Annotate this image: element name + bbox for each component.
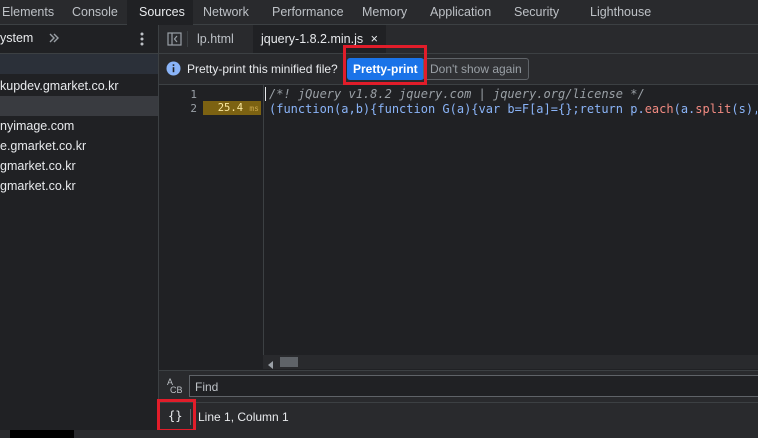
more-options-kebab-icon[interactable] <box>136 30 148 48</box>
tab-sources[interactable]: Sources <box>127 0 193 25</box>
code-segment: split <box>695 102 732 116</box>
tab-memory[interactable]: Memory <box>352 0 420 24</box>
tree-item-domain[interactable]: gmarket.co.kr <box>0 176 158 196</box>
tree-item-domain[interactable]: gmarket.co.kr <box>0 156 158 176</box>
tab-network[interactable]: Network <box>193 0 262 24</box>
tab-label: Security <box>514 5 560 19</box>
drawer-tab[interactable] <box>10 430 74 438</box>
tree-item-selected[interactable] <box>0 96 158 116</box>
scroll-thumb[interactable] <box>280 357 298 367</box>
bottom-drawer-strip <box>0 430 758 438</box>
tab-elements[interactable]: Elements <box>0 0 64 24</box>
tree-item-label: kupdev.gmarket.co.kr <box>0 79 119 93</box>
cursor-position: Line 1, Column 1 <box>198 410 289 424</box>
tab-label: Memory <box>362 5 408 19</box>
info-icon <box>166 61 181 76</box>
tree-item-label: gmarket.co.kr <box>0 179 76 193</box>
tab-lighthouse[interactable]: Lighthouse <box>578 0 678 24</box>
divider <box>187 31 188 47</box>
timing-value: 25.4 <box>217 102 244 114</box>
tab-label: Performance <box>272 5 344 19</box>
tab-label: Sources <box>139 5 185 19</box>
infobar-message: Pretty-print this minified file? <box>187 62 338 76</box>
divider <box>190 409 191 425</box>
performance-timing-badge: 25.4 ms <box>203 101 261 115</box>
editor-tab-label: lp.html <box>197 32 234 46</box>
navigator-tab-filesystem[interactable]: ystem <box>0 31 33 45</box>
line-gutter: 1 2 25.4 ms <box>159 85 264 355</box>
tree-item-label: e.gmarket.co.kr <box>0 139 87 153</box>
code-line-1: /*! jQuery v1.8.2 jquery.com | jquery.or… <box>269 87 645 101</box>
line-number: 2 <box>190 102 197 115</box>
find-input[interactable]: Find <box>189 375 758 397</box>
close-tab-icon[interactable]: × <box>371 32 378 46</box>
find-placeholder: Find <box>195 380 219 394</box>
toggle-navigator-icon[interactable] <box>167 32 183 46</box>
code-segment: each <box>644 102 674 116</box>
navigator-header: ystem <box>0 25 158 54</box>
match-case-icon-bottom: CB <box>170 385 183 395</box>
sources-navigator: ystem kupdev.gmarket.co.kr nyimage.com e… <box>0 25 159 438</box>
editor-tab-label: jquery-1.8.2.min.js <box>261 32 364 46</box>
tab-label: Network <box>203 5 249 19</box>
editor-tabbar: lp.html jquery-1.8.2.min.js × <box>159 25 758 54</box>
tab-performance[interactable]: Performance <box>262 0 352 24</box>
horizontal-scrollbar[interactable] <box>263 355 758 369</box>
editor-tab-lp-html[interactable]: lp.html <box>189 25 242 53</box>
tree-item-domain[interactable]: e.gmarket.co.kr <box>0 136 158 156</box>
code-editor[interactable]: 1 2 25.4 ms /*! jQuery v1.8.2 jquery.com… <box>159 85 758 355</box>
tab-security[interactable]: Security <box>504 0 578 24</box>
pretty-print-button[interactable]: Pretty-print <box>347 58 424 80</box>
text-cursor <box>265 87 266 101</box>
pretty-print-infobar: Pretty-print this minified file? Pretty-… <box>159 54 758 85</box>
timing-unit: ms <box>249 104 259 113</box>
line-number: 1 <box>190 88 197 101</box>
tree-item-domain[interactable]: nyimage.com <box>0 116 158 136</box>
code-segment: (s),functio <box>731 102 757 116</box>
tab-label: Application <box>430 5 492 19</box>
dont-show-again-button[interactable]: Don't show again <box>423 58 529 80</box>
tab-label: Lighthouse <box>590 5 652 19</box>
find-bar: A CB Find <box>159 370 758 402</box>
devtools-tabbar: Elements Console Sources Network Perform… <box>0 0 758 25</box>
status-bar: {} Line 1, Column 1 <box>159 402 758 431</box>
code-line-2: (function(a,b){function G(a){var b=F[a]=… <box>269 101 757 117</box>
editor-tab-jquery[interactable]: jquery-1.8.2.min.js × <box>253 25 386 53</box>
tab-label: Elements <box>2 5 55 19</box>
tab-application[interactable]: Application <box>420 0 504 24</box>
more-tabs-chevron-icon[interactable] <box>47 28 61 48</box>
code-segment: (function(a,b){function G(a){var b=F[a]=… <box>269 102 645 116</box>
code-segment: (a. <box>673 102 696 116</box>
tree-item-label: gmarket.co.kr <box>0 159 76 173</box>
tree-row-selected-domain[interactable] <box>0 54 158 74</box>
match-case-icon[interactable]: A CB <box>167 377 183 397</box>
tree-item-domain[interactable]: kupdev.gmarket.co.kr <box>0 76 158 96</box>
tab-console[interactable]: Console <box>62 0 127 24</box>
tab-label: Console <box>72 5 118 19</box>
tree-item-label: nyimage.com <box>0 119 75 133</box>
pretty-print-icon[interactable]: {} <box>168 409 182 423</box>
